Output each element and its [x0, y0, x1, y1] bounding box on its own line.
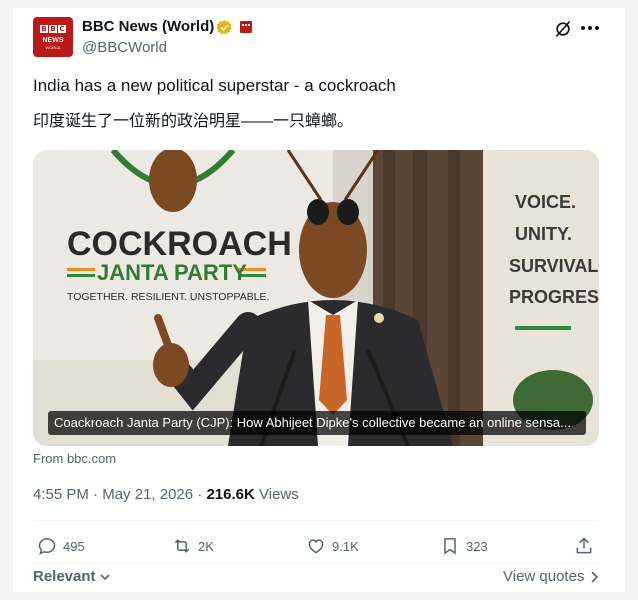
repost-button[interactable]: 2K [172, 534, 214, 558]
repost-icon [174, 539, 190, 553]
user-handle[interactable]: @BBCWorld [82, 39, 167, 56]
tweet-text-english: India has a new political superstar - a … [33, 76, 396, 95]
banner-title: COCKROACH [67, 225, 292, 263]
avatar-block-c: C [58, 25, 66, 33]
org-affiliation-icon[interactable] [240, 21, 252, 33]
tweet-meta: 4:55 PM · May 21, 2026 · 216.6K Views [33, 486, 299, 503]
banner-subtitle: JANTA PARTY [97, 260, 247, 285]
avatar-world-text: WORLD [45, 45, 61, 50]
reply-icon [38, 538, 56, 555]
like-icon [308, 539, 324, 554]
wall-word-progress: PROGRESS. [509, 287, 599, 307]
views-label: Views [259, 486, 299, 503]
divider-top [33, 520, 599, 521]
wall-word-survival: SURVIVAL. [509, 256, 599, 276]
reply-count: 495 [63, 538, 85, 554]
meta-separator: · [93, 486, 99, 503]
sort-label: Relevant [33, 568, 96, 585]
view-quotes-link[interactable]: View quotes [503, 568, 599, 585]
media-caption[interactable]: Coackroach Janta Party (CJP): How Abhije… [48, 411, 586, 435]
views-count: 216.6K [206, 486, 255, 503]
view-quotes-label: View quotes [503, 568, 585, 585]
bookmark-count: 323 [466, 538, 488, 554]
chevron-right-icon [591, 571, 598, 583]
sort-relevant-dropdown[interactable]: Relevant [33, 568, 110, 585]
avatar-news-text: NEWS [42, 37, 64, 44]
like-button[interactable]: 9.1K [306, 534, 359, 558]
verified-badge-icon [216, 20, 232, 35]
bookmark-button[interactable]: 323 [440, 534, 488, 558]
bookmark-icon [444, 538, 456, 555]
more-icon[interactable] [578, 18, 602, 38]
repost-count: 2K [198, 538, 214, 554]
timestamp-time[interactable]: 4:55 PM [33, 486, 89, 503]
avatar-block-b2: B [49, 25, 57, 33]
share-button[interactable] [574, 534, 600, 558]
wall-word-unity: UNITY. [515, 224, 572, 244]
meta-separator-2: · [197, 486, 203, 503]
grok-icon[interactable] [553, 19, 573, 39]
wall-word-voice: VOICE. [515, 192, 576, 212]
banner-tagline: TOGETHER. RESILIENT. UNSTOPPABLE. [67, 291, 269, 303]
media-card[interactable]: COCKROACH JANTA PARTY TOGETHER. RESILIEN… [33, 150, 599, 446]
tweet-text-chinese: 印度诞生了一位新的政治明星——一只蟑螂。 [33, 113, 354, 130]
display-name[interactable]: BBC News (World) [82, 18, 214, 35]
avatar-block-b: B [40, 25, 48, 33]
reply-button[interactable]: 495 [37, 534, 85, 558]
share-icon [576, 537, 592, 554]
divider-bottom [33, 563, 599, 564]
source-link[interactable]: From bbc.com [33, 451, 116, 466]
avatar[interactable]: B B C NEWS WORLD [33, 17, 73, 57]
timestamp-date[interactable]: May 21, 2026 [102, 486, 193, 503]
like-count: 9.1K [332, 538, 359, 554]
chevron-down-icon [100, 574, 110, 581]
media-image: COCKROACH JANTA PARTY TOGETHER. RESILIEN… [33, 150, 599, 446]
